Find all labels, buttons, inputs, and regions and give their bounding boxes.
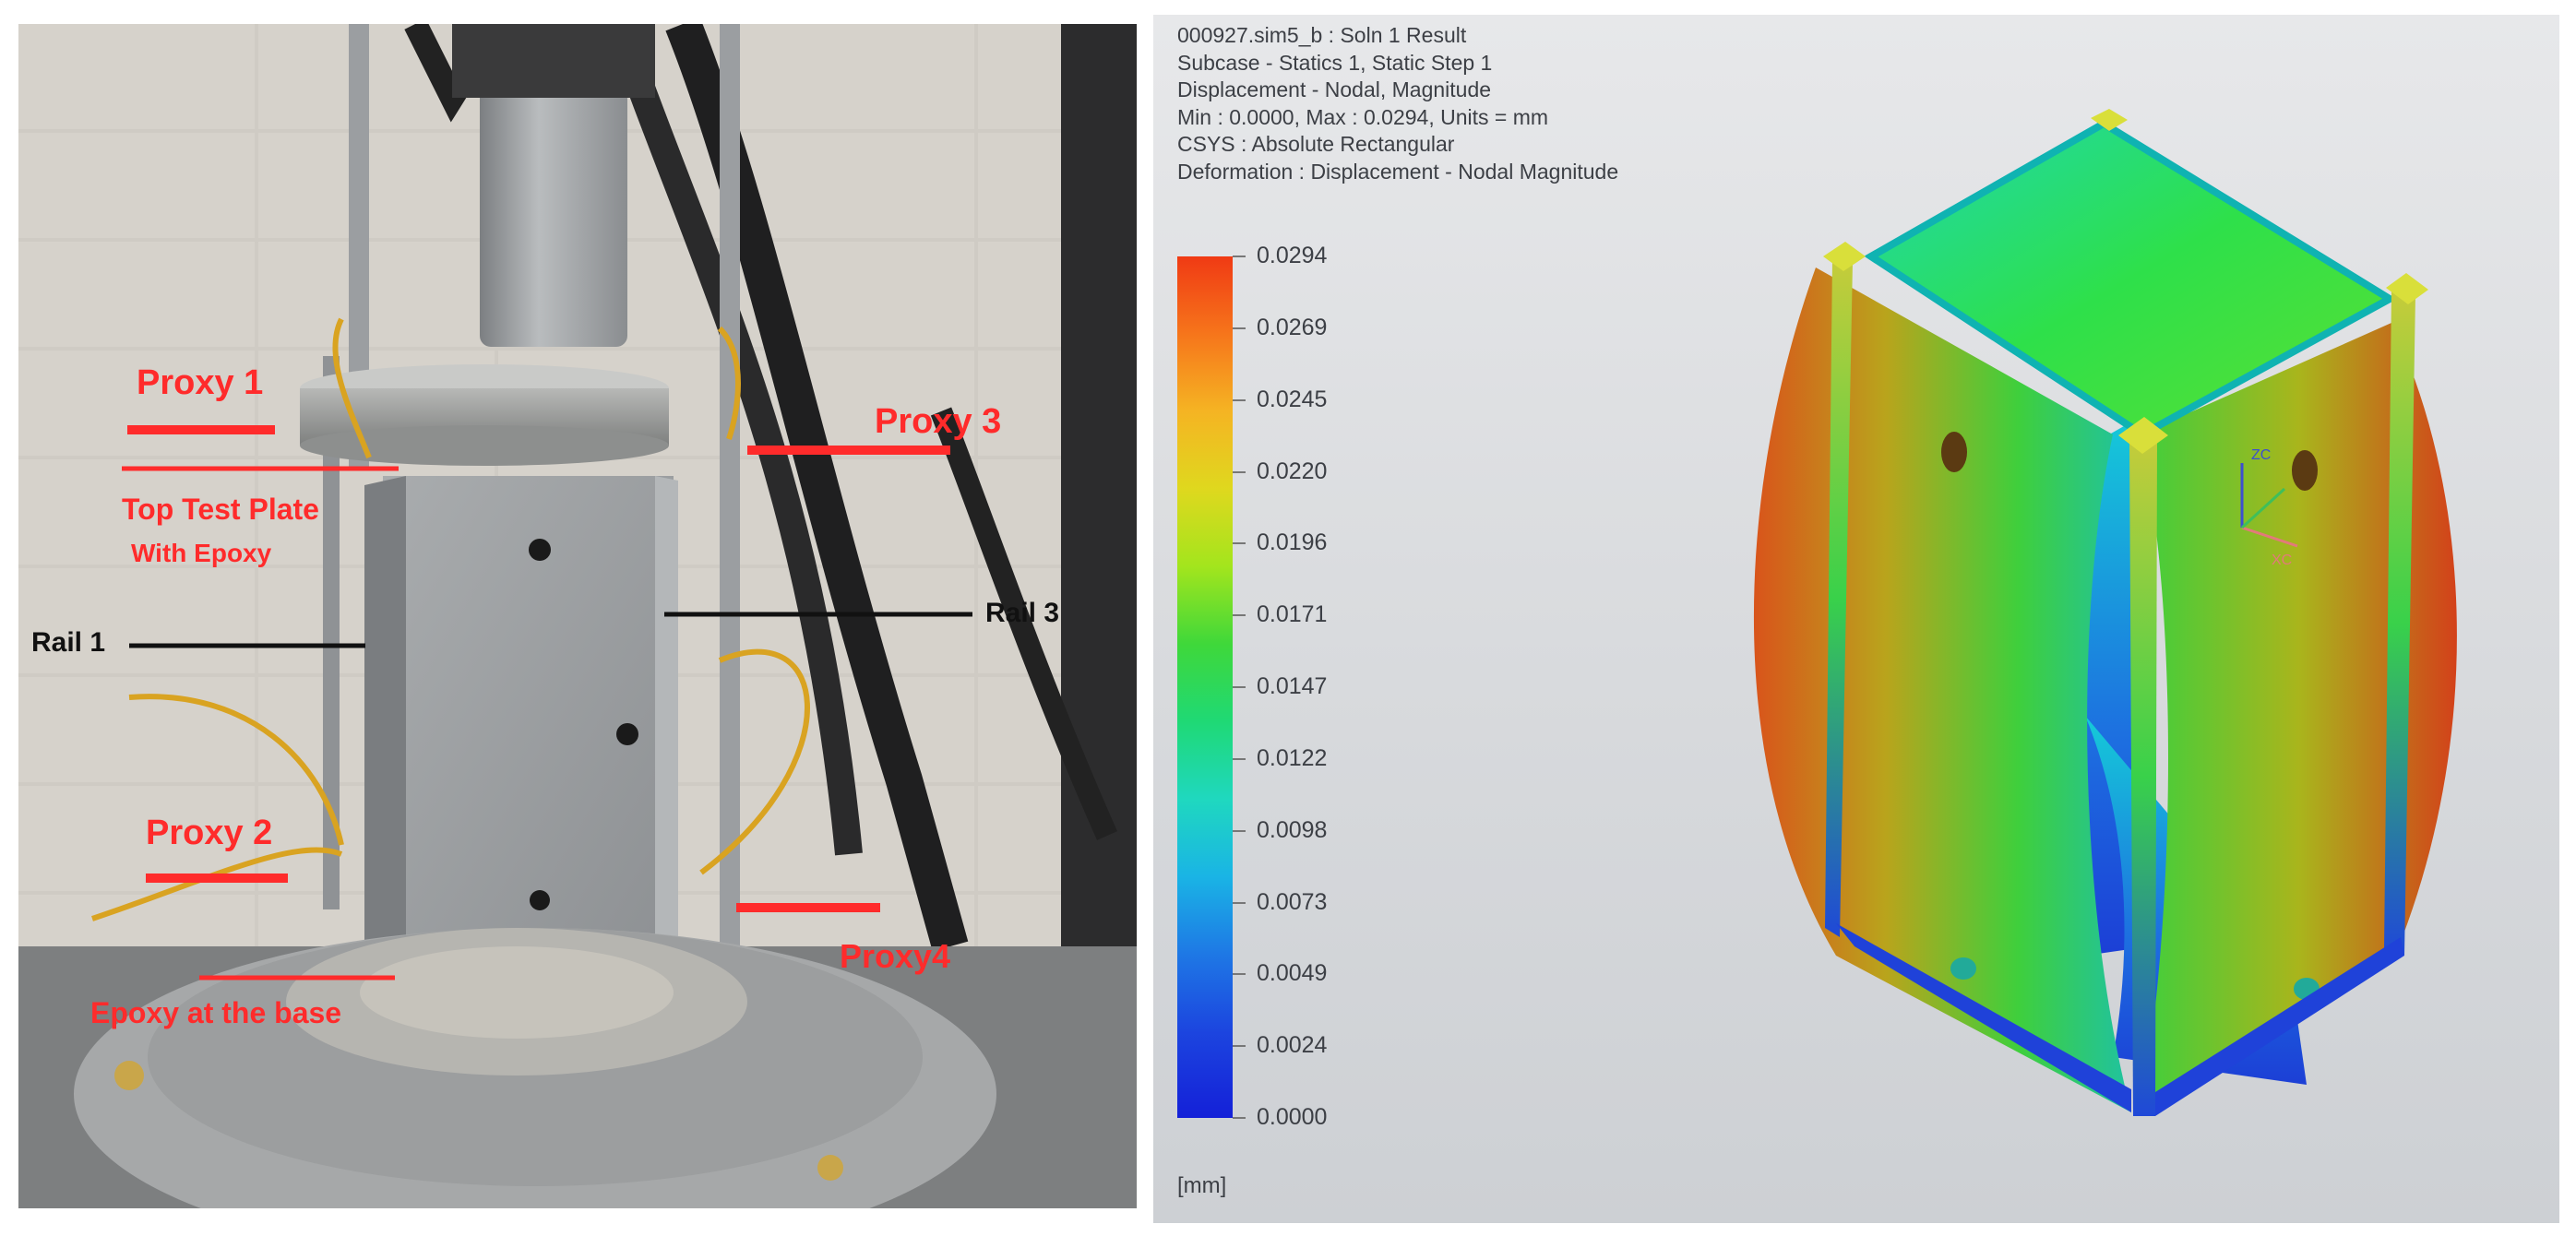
result-title: 000927.sim5_b : Soln 1 Result <box>1177 23 1467 47</box>
legend-value: 0.0245 <box>1257 386 1328 412</box>
left-side-panel <box>1753 267 2131 1112</box>
triad-xc-label: XC <box>2272 553 2292 568</box>
epoxy-base-label: Epoxy at the base <box>90 996 342 1029</box>
result-subcase: Subcase - Statics 1, Static Step 1 <box>1177 50 1493 75</box>
legend-tick <box>1233 614 1246 617</box>
legend-tick <box>1233 757 1246 760</box>
legend-unit: [mm] <box>1177 1173 1227 1198</box>
rail1-label: Rail 1 <box>31 627 106 658</box>
legend-value: 0.0269 <box>1257 314 1328 340</box>
test-setup-photo: Proxy 1 Top Test Plate With Epoxy Proxy … <box>18 24 1137 1208</box>
triad-zc-label: ZC <box>2251 447 2271 463</box>
legend-value: 0.0122 <box>1257 744 1328 771</box>
proxy1-label: Proxy 1 <box>137 363 264 402</box>
deformed-model-render: ZC XC <box>1753 109 2457 1116</box>
legend-tick <box>1233 1045 1246 1048</box>
legend-value: 0.0024 <box>1257 1032 1328 1059</box>
legend-tick <box>1233 686 1246 688</box>
legend-tick <box>1233 829 1246 832</box>
photo-illustration <box>18 24 1137 1208</box>
result-type: Displacement - Nodal, Magnitude <box>1177 77 1492 101</box>
legend-tick <box>1233 973 1246 976</box>
top-plate-label: Top Test Plate <box>122 493 319 526</box>
proxy4-label: Proxy4 <box>840 937 951 975</box>
legend-value: 0.0294 <box>1257 243 1328 268</box>
legend-tick <box>1233 398 1246 401</box>
top-plate-sublabel: With Epoxy <box>131 539 272 567</box>
result-deformation: Deformation : Displacement - Nodal Magni… <box>1177 159 1619 184</box>
top-panel <box>1871 124 2390 434</box>
rail3-label: Rail 3 <box>985 598 1060 628</box>
triad-y-axis <box>2240 487 2286 529</box>
result-info-header: 000927.sim5_b : Soln 1 Result Subcase - … <box>1177 22 1618 185</box>
load-actuator <box>480 79 627 347</box>
legend-value: 0.0196 <box>1257 529 1328 556</box>
legend-value: 0.0220 <box>1257 458 1328 484</box>
result-csys: CSYS : Absolute Rectangular <box>1177 132 1455 156</box>
legend-tick <box>1233 542 1246 545</box>
legend-value: 0.0073 <box>1257 888 1328 915</box>
color-legend-bar <box>1177 256 1233 1118</box>
legend-value: 0.0098 <box>1257 816 1328 843</box>
legend-tick <box>1233 470 1246 473</box>
fea-result-view: 000927.sim5_b : Soln 1 Result Subcase - … <box>1153 15 2559 1223</box>
legend-tick <box>1233 901 1246 904</box>
legend-value: 0.0000 <box>1257 1104 1328 1130</box>
legend-tick <box>1233 1117 1246 1119</box>
legend-value: 0.0049 <box>1257 960 1328 987</box>
legend-tick <box>1233 256 1246 257</box>
legend-value: 0.0171 <box>1257 601 1328 628</box>
result-range: Min : 0.0000, Max : 0.0294, Units = mm <box>1177 104 1549 129</box>
triad-x-axis <box>2241 526 2298 548</box>
proxy2-label: Proxy 2 <box>146 814 273 852</box>
legend-tick <box>1233 327 1246 329</box>
proxy3-label: Proxy 3 <box>875 402 1002 441</box>
legend-value: 0.0147 <box>1257 673 1328 699</box>
front-corner-post <box>2129 437 2157 1116</box>
right-side-panel <box>2141 323 2457 1112</box>
